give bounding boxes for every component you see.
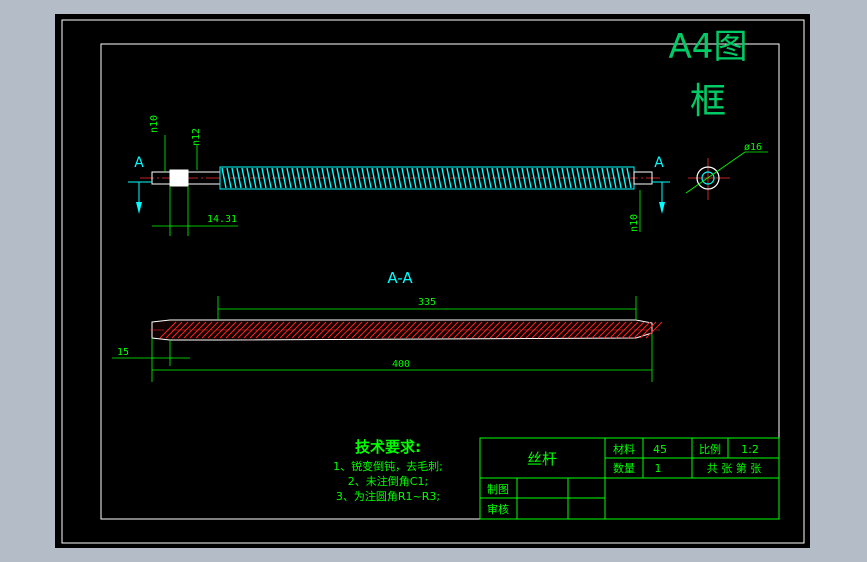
tech-req-item-3: 3、为注圆角R1~R3; bbox=[336, 489, 440, 503]
scale-value: 1:2 bbox=[741, 443, 759, 456]
frame-title-line1: A4图 bbox=[669, 27, 748, 67]
dim-400: 400 bbox=[392, 359, 410, 370]
frame-title-line2: 框 bbox=[690, 81, 726, 122]
dim-n10-right: n10 bbox=[629, 214, 640, 232]
material-value: 45 bbox=[653, 443, 667, 456]
checked-by-label: 审核 bbox=[487, 502, 509, 516]
tech-req-heading: 技术要求: bbox=[355, 438, 421, 456]
cad-viewport: A4图 框 A A n10 n12 n10 14.31 ø16 A-A 335 … bbox=[0, 0, 867, 562]
quantity-value: 1 bbox=[655, 462, 662, 475]
quantity-label: 数量 bbox=[613, 462, 635, 475]
sheet-info: 共 张 第 张 bbox=[707, 461, 762, 475]
section-mark-right: A bbox=[654, 155, 664, 171]
scale-label: 比例 bbox=[699, 442, 721, 456]
tech-req-item-2: 2、未注倒角C1; bbox=[348, 474, 428, 488]
dim-335: 335 bbox=[418, 297, 436, 308]
dim-14-31: 14.31 bbox=[207, 214, 237, 225]
dim-15: 15 bbox=[117, 347, 129, 358]
drawn-by-label: 制图 bbox=[487, 483, 509, 496]
dim-phi16: ø16 bbox=[744, 142, 762, 153]
section-mark-left: A bbox=[134, 155, 144, 171]
dim-n10-left: n10 bbox=[149, 115, 160, 133]
tech-req-item-1: 1、锐变倒钝，去毛刺; bbox=[333, 459, 443, 473]
cad-drawing: A4图 框 A A n10 n12 n10 14.31 ø16 A-A 335 … bbox=[55, 14, 810, 548]
dim-n12: n12 bbox=[191, 128, 202, 146]
part-name: 丝杆 bbox=[527, 450, 557, 468]
material-label: 材料 bbox=[613, 442, 635, 456]
left-bearing-seat bbox=[169, 169, 189, 187]
section-title: A-A bbox=[387, 269, 413, 287]
